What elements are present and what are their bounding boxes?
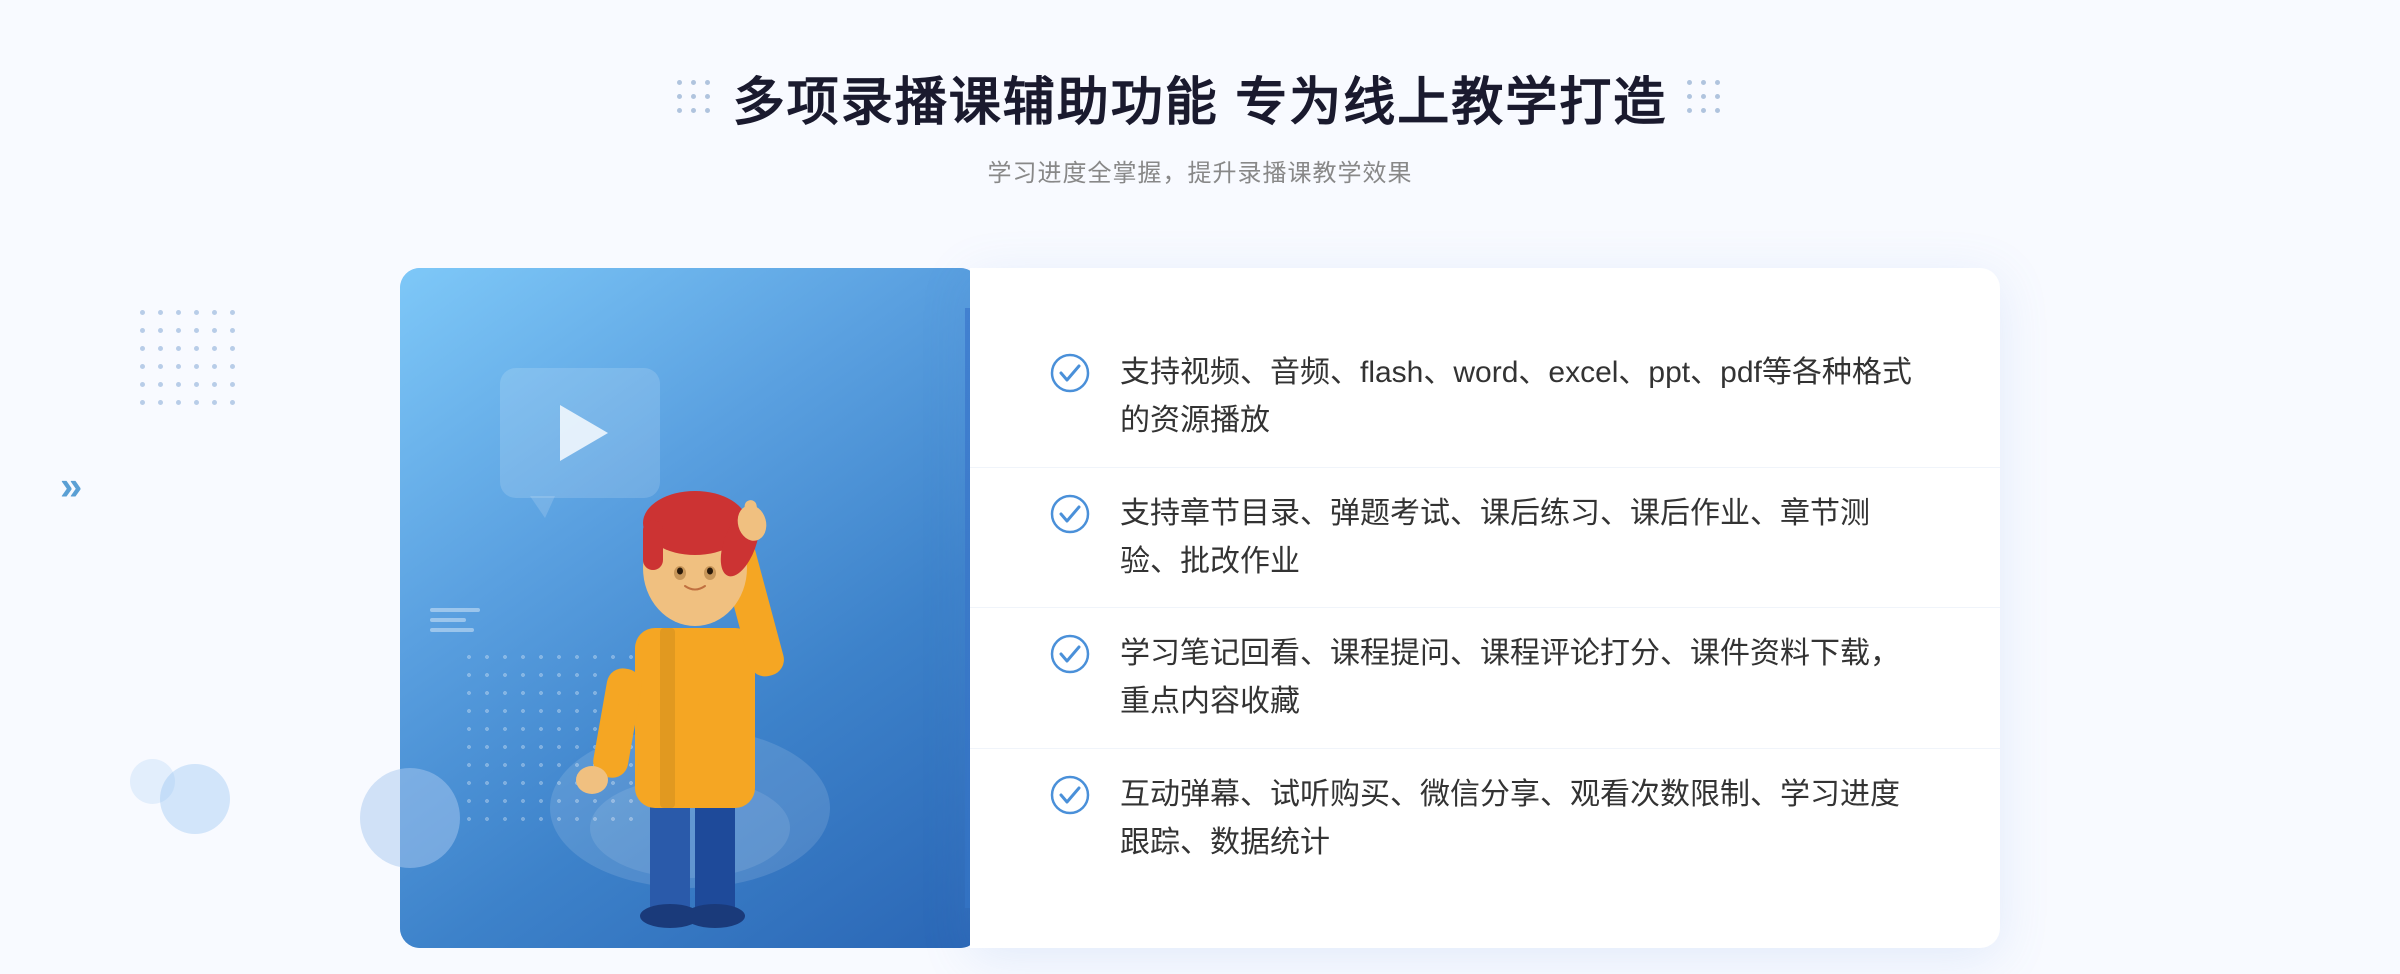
check-icon-3	[1050, 634, 1090, 674]
content-panel: 支持视频、音频、flash、word、excel、ppt、pdf等各种格式的资源…	[970, 268, 2000, 948]
arrow-icon: »	[60, 465, 82, 510]
illustration-card	[400, 268, 980, 948]
check-icon-1	[1050, 353, 1090, 393]
divider-1	[970, 467, 2000, 468]
feature-text-1: 支持视频、音频、flash、word、excel、ppt、pdf等各种格式的资源…	[1120, 349, 1920, 445]
person-illustration	[520, 408, 860, 948]
feature-text-4: 互动弹幕、试听购买、微信分享、观看次数限制、学习进度跟踪、数据统计	[1120, 771, 1920, 867]
check-icon-2	[1050, 494, 1090, 534]
circle-decoration-2	[130, 759, 175, 804]
title-row: 多项录播课辅助功能 专为线上教学打造	[677, 60, 1723, 135]
feature-item-3: 学习笔记回看、课程提问、课程评论打分、课件资料下载，重点内容收藏	[1050, 610, 1920, 746]
main-content: 支持视频、音频、flash、word、excel、ppt、pdf等各种格式的资源…	[400, 248, 2000, 968]
divider-2	[970, 607, 2000, 608]
page-container: » 多项录播课辅助功能 专为线上教学打造 学习进度全掌握，提升录播课教学效果	[0, 0, 2400, 974]
dots-decoration-left	[140, 310, 240, 410]
feature-item-4: 互动弹幕、试听购买、微信分享、观看次数限制、学习进度跟踪、数据统计	[1050, 751, 1920, 887]
feature-item-2: 支持章节目录、弹题考试、课后练习、课后作业、章节测验、批改作业	[1050, 470, 1920, 606]
check-icon-4	[1050, 775, 1090, 815]
main-title: 多项录播课辅助功能 专为线上教学打造	[733, 60, 1667, 135]
grid-dots-left	[677, 80, 713, 116]
feature-text-2: 支持章节目录、弹题考试、课后练习、课后作业、章节测验、批改作业	[1120, 490, 1920, 586]
grid-dots-right	[1687, 80, 1723, 116]
subtitle: 学习进度全掌握，提升录播课教学效果	[677, 153, 1723, 188]
deco-lines	[430, 608, 480, 638]
feature-text-3: 学习笔记回看、课程提问、课程评论打分、课件资料下载，重点内容收藏	[1120, 630, 1920, 726]
deco-circle	[360, 768, 460, 868]
feature-item-1: 支持视频、音频、flash、word、excel、ppt、pdf等各种格式的资源…	[1050, 329, 1920, 465]
divider-3	[970, 748, 2000, 749]
arrow-decoration-left: »	[60, 465, 82, 510]
header-section: 多项录播课辅助功能 专为线上教学打造 学习进度全掌握，提升录播课教学效果	[677, 60, 1723, 188]
